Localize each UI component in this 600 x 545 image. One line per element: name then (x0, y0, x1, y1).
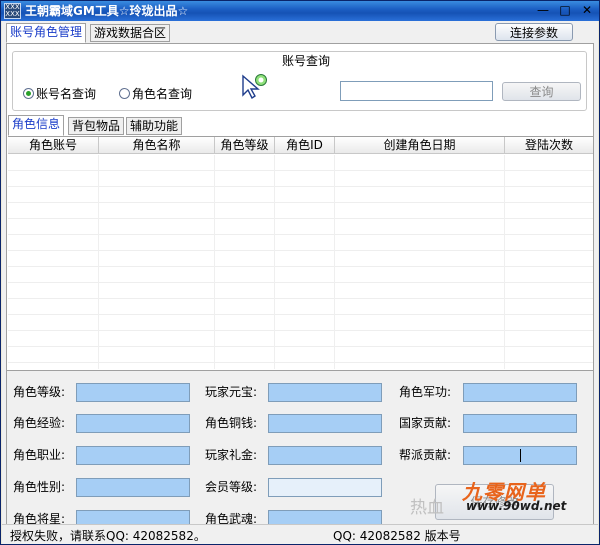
role-copper-field[interactable] (268, 414, 382, 433)
label-player-ingot: 玩家元宝: (205, 385, 258, 399)
grid-column-divider (99, 155, 215, 369)
radio-by-account-name-label[interactable]: 账号名查询 (36, 85, 96, 102)
watermark-url: www.90wd.net (466, 499, 567, 513)
vip-level-field[interactable] (268, 478, 382, 497)
grid-column-divider (8, 155, 99, 369)
title-bar[interactable]: XXX XXX 王朝霸域GM工具☆玲珑出品☆ — □ ✕ (1, 1, 599, 21)
close-button[interactable]: ✕ (579, 3, 595, 19)
military-merit-field[interactable] (463, 383, 577, 402)
role-exp-field[interactable] (76, 414, 190, 433)
nation-contribution-field[interactable] (463, 414, 577, 433)
tab-game-data-merge[interactable]: 游戏数据合区 (90, 24, 171, 42)
maximize-button[interactable]: □ (557, 3, 573, 19)
status-license-message: 授权失败，请联系QQ: 42082582。 (10, 529, 206, 543)
watermark-faint-text: 热血 (410, 498, 444, 518)
account-search-input[interactable] (340, 81, 493, 101)
column-header-role-account[interactable]: 角色账号 (8, 137, 99, 154)
label-role-copper: 角色铜钱: (205, 416, 258, 430)
client-area: 游戏数据合区 账号角色管理 连接参数 账号查询 账号名查询 角色名查询 查询 背… (2, 21, 598, 544)
player-ingot-field[interactable] (268, 383, 382, 402)
status-bar: 授权失败，请联系QQ: 42082582。 QQ: 42082582 版本号 (2, 524, 598, 544)
site-watermark: 九零网单 www.90wd.net (462, 476, 596, 516)
window-title: 王朝霸域GM工具☆玲珑出品☆ (25, 4, 189, 18)
grid-header: 角色账号 角色名称 角色等级 角色ID 创建角色日期 登陆次数 (8, 137, 593, 154)
query-group-title: 账号查询 (279, 52, 334, 69)
label-military-merit: 角色军功: (399, 385, 452, 399)
label-role-class: 角色职业: (13, 448, 66, 462)
status-contact-version: QQ: 42082582 版本号 (333, 529, 461, 543)
role-class-field[interactable] (76, 446, 190, 465)
radio-by-role-name-label[interactable]: 角色名查询 (132, 85, 192, 102)
query-button[interactable]: 查询 (502, 82, 581, 101)
radio-by-account-name[interactable] (23, 88, 34, 99)
app-icon: XXX XXX (4, 3, 21, 19)
column-header-role-level[interactable]: 角色等级 (215, 137, 275, 154)
tab-auxiliary-functions[interactable]: 辅助功能 (126, 117, 183, 135)
player-gift-money-field[interactable] (268, 446, 382, 465)
label-role-exp: 角色经验: (13, 416, 66, 430)
label-nation-contribution: 国家贡献: (399, 416, 452, 430)
label-role-gender: 角色性别: (13, 480, 66, 494)
label-guild-contribution: 帮派贡献: (399, 448, 452, 462)
cursor-busy-icon (242, 74, 267, 100)
column-header-login-count[interactable]: 登陆次数 (505, 137, 593, 154)
column-header-create-date[interactable]: 创建角色日期 (335, 137, 505, 154)
label-player-gift-money: 玩家礼金: (205, 448, 258, 462)
role-grid[interactable]: 角色账号 角色名称 角色等级 角色ID 创建角色日期 登陆次数 (8, 136, 593, 369)
account-query-group: 账号查询 (12, 51, 587, 111)
tab-role-info[interactable]: 角色信息 (8, 115, 65, 136)
tab-account-role-management[interactable]: 账号角色管理 (6, 23, 87, 43)
role-gender-field[interactable] (76, 478, 190, 497)
radio-by-role-name[interactable] (119, 88, 130, 99)
app-window: XXX XXX 王朝霸域GM工具☆玲珑出品☆ — □ ✕ 游戏数据合区 账号角色… (0, 0, 600, 545)
column-header-role-id[interactable]: 角色ID (275, 137, 335, 154)
label-role-level: 角色等级: (13, 385, 66, 399)
minimize-button[interactable]: — (535, 3, 551, 19)
column-header-role-name[interactable]: 角色名称 (99, 137, 215, 154)
connect-settings-button[interactable]: 连接参数 (495, 23, 573, 41)
grid-column-divider (335, 155, 505, 369)
account-role-panel: 账号查询 账号名查询 角色名查询 查询 背包物品 辅助功能 角色信息 角色账号 … (6, 43, 594, 542)
label-vip-level: 会员等级: (205, 480, 258, 494)
grid-column-divider (275, 155, 335, 369)
grid-column-divider (215, 155, 275, 369)
tab-backpack-items[interactable]: 背包物品 (68, 117, 125, 135)
text-caret (520, 449, 521, 462)
role-level-field[interactable] (76, 383, 190, 402)
